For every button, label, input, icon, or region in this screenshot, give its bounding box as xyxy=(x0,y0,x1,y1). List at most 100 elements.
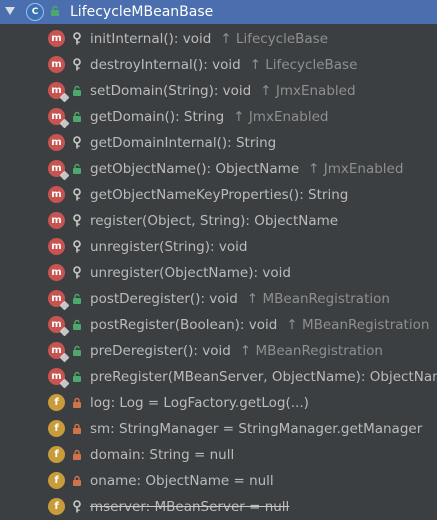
member-signature-text: postRegister(Boolean): void xyxy=(90,317,278,333)
protected-key-icon xyxy=(71,214,83,228)
public-lock-icon xyxy=(71,84,83,98)
private-lock-icon xyxy=(71,474,83,488)
inherited-from-label: ↑ JmxEnabled xyxy=(308,161,404,177)
member-signature-text: preDeregister(): void xyxy=(90,343,231,359)
member-signature: unregister(String): void xyxy=(90,234,247,260)
member-signature: postDeregister(): void ↑ MBeanRegistratio… xyxy=(90,286,390,312)
method-icon: m xyxy=(48,290,65,307)
tree-node-method[interactable]: m initInternal(): void ↑ LifecycleBase xyxy=(0,26,437,52)
tree-node-method[interactable]: m getDomain(): String ↑ JmxEnabled xyxy=(0,104,437,130)
tree-node-field[interactable]: f domain: String = null xyxy=(0,442,437,468)
member-signature: sm: StringManager = StringManager.getMan… xyxy=(90,416,422,442)
public-lock-icon xyxy=(71,292,83,306)
member-signature-text: unregister(String): void xyxy=(90,239,248,255)
member-signature: getObjectNameKeyProperties(): String xyxy=(90,182,348,208)
inherited-from-label: ↑ LifecycleBase xyxy=(220,31,329,47)
member-signature-text: destroyInternal(): void xyxy=(90,57,241,73)
tree-node-method[interactable]: m preDeregister(): void ↑ MBeanRegistratio… xyxy=(0,338,437,364)
member-signature-text: setDomain(String): void xyxy=(90,83,252,99)
method-icon: m xyxy=(48,56,65,73)
tree-node-method[interactable]: m postRegister(Boolean): void ↑ MBeanRegis… xyxy=(0,312,437,338)
method-icon: m xyxy=(48,342,65,359)
member-signature-text: getObjectNameKeyProperties(): String xyxy=(90,187,349,203)
protected-key-icon xyxy=(71,266,83,280)
member-signature-text: getDomain(): String xyxy=(90,109,225,125)
member-signature-text: sm: StringManager = StringManager.getMan… xyxy=(90,421,423,437)
member-signature: getDomainInternal(): String xyxy=(90,130,276,156)
field-icon: f xyxy=(48,446,65,463)
tree-node-method[interactable]: m preRegister(MBeanServer, ObjectName): O… xyxy=(0,364,437,390)
member-signature-text: unregister(ObjectName): void xyxy=(90,265,291,281)
inherited-from-label: ↑ JmxEnabled xyxy=(233,109,329,125)
tree-node-method[interactable]: m getObjectName(): ObjectName ↑ JmxEnabled xyxy=(0,156,437,182)
member-signature-text: initInternal(): void xyxy=(90,31,212,47)
protected-key-icon xyxy=(71,188,83,202)
inherited-from-label: ↑ JmxEnabled xyxy=(260,83,356,99)
public-lock-icon xyxy=(71,162,83,176)
method-icon: m xyxy=(48,186,65,203)
method-icon: m xyxy=(48,368,65,385)
tree-node-method[interactable]: m getDomainInternal(): String xyxy=(0,130,437,156)
member-signature: getDomain(): String ↑ JmxEnabled xyxy=(90,104,329,130)
field-icon: f xyxy=(48,472,65,489)
inherited-from-label: ↑ MBeanRegistration xyxy=(239,343,383,359)
public-lock-icon xyxy=(71,344,83,358)
member-signature: mserver: MBeanServer = null xyxy=(90,494,289,520)
tree-node-field[interactable]: f mserver: MBeanServer = null xyxy=(0,494,437,520)
protected-key-icon xyxy=(71,500,83,514)
field-icon: f xyxy=(48,498,65,515)
member-signature-text: getObjectName(): ObjectName xyxy=(90,161,300,177)
member-signature: initInternal(): void ↑ LifecycleBase xyxy=(90,26,328,52)
tree-node-method[interactable]: m register(Object, String): ObjectName xyxy=(0,208,437,234)
member-signature-text: preRegister(MBeanServer, ObjectName): Ob… xyxy=(90,369,437,385)
tree-node-method[interactable]: m destroyInternal(): void ↑ LifecycleBase xyxy=(0,52,437,78)
public-lock-icon xyxy=(71,110,83,124)
member-signature-text: getDomainInternal(): String xyxy=(90,135,277,151)
member-signature: postRegister(Boolean): void ↑ MBeanRegist… xyxy=(90,312,429,338)
tree-node-method[interactable]: m getObjectNameKeyProperties(): String xyxy=(0,182,437,208)
method-icon: m xyxy=(48,212,65,229)
protected-key-icon xyxy=(71,240,83,254)
member-signature-text: mserver: MBeanServer = null xyxy=(90,499,290,515)
private-lock-icon xyxy=(71,448,83,462)
member-signature: register(Object, String): ObjectName xyxy=(90,208,338,234)
public-lock-icon xyxy=(71,318,83,332)
method-icon: m xyxy=(48,264,65,281)
method-icon: m xyxy=(48,160,65,177)
member-signature-text: postDeregister(): void xyxy=(90,291,238,307)
tree-node-method[interactable]: m unregister(String): void xyxy=(0,234,437,260)
tree-node-field[interactable]: f sm: StringManager = StringManager.getMa… xyxy=(0,416,437,442)
member-signature: unregister(ObjectName): void xyxy=(90,260,291,286)
member-signature-text: oname: ObjectName = null xyxy=(90,473,274,489)
class-name-label: LifecycleMBeanBase xyxy=(70,4,214,20)
class-icon: C xyxy=(26,3,44,21)
field-icon: f xyxy=(48,420,65,437)
inherited-from-label: ↑ MBeanRegistration xyxy=(246,291,390,307)
method-icon: m xyxy=(48,108,65,125)
expand-arrow-icon[interactable] xyxy=(5,7,15,15)
inherited-from-label: ↑ LifecycleBase xyxy=(249,57,358,73)
member-signature: domain: String = null xyxy=(90,442,234,468)
member-signature: destroyInternal(): void ↑ LifecycleBase xyxy=(90,52,357,78)
member-signature: preDeregister(): void ↑ MBeanRegistration xyxy=(90,338,383,364)
tree-node-class[interactable]: C LifecycleMBeanBase xyxy=(0,0,437,24)
member-signature: log: Log = LogFactory.getLog(...) xyxy=(90,390,309,416)
tree-node-method[interactable]: m postDeregister(): void ↑ MBeanRegistrati… xyxy=(0,286,437,312)
private-lock-icon xyxy=(71,396,83,410)
inherited-from-label: ↑ MBeanRegistration xyxy=(286,317,430,333)
member-signature-text: domain: String = null xyxy=(90,447,235,463)
tree-node-field[interactable]: f oname: ObjectName = null xyxy=(0,468,437,494)
method-icon: m xyxy=(48,316,65,333)
member-signature: preRegister(MBeanServer, ObjectName): Ob… xyxy=(90,364,437,390)
tree-node-method[interactable]: m setDomain(String): void ↑ JmxEnabled xyxy=(0,78,437,104)
method-icon: m xyxy=(48,30,65,47)
public-lock-icon xyxy=(49,4,61,18)
member-signature: getObjectName(): ObjectName ↑ JmxEnabled xyxy=(90,156,403,182)
tree-node-field[interactable]: f log: Log = LogFactory.getLog(...) xyxy=(0,390,437,416)
structure-tree[interactable]: C LifecycleMBeanBase m initInternal(): vo… xyxy=(0,0,437,520)
method-icon: m xyxy=(48,238,65,255)
public-lock-icon xyxy=(71,370,83,384)
method-icon: m xyxy=(48,82,65,99)
tree-node-method[interactable]: m unregister(ObjectName): void xyxy=(0,260,437,286)
member-signature-text: register(Object, String): ObjectName xyxy=(90,213,339,229)
